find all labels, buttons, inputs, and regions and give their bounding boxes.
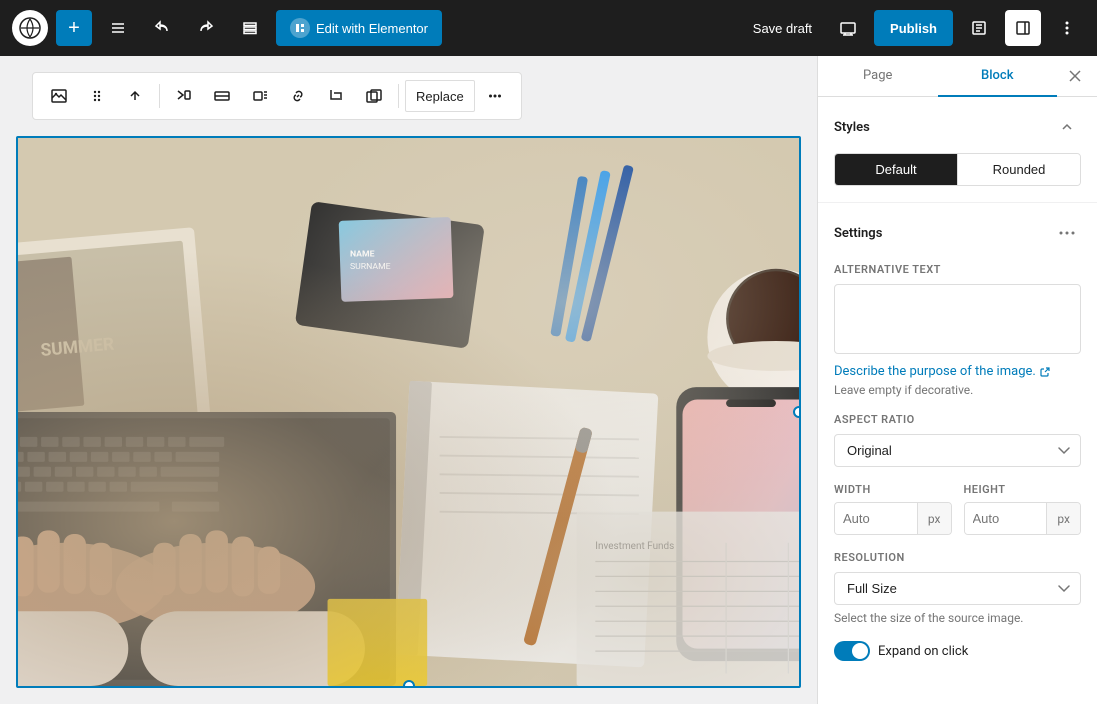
expand-on-click-label: Expand on click (878, 644, 968, 659)
inline-image-button[interactable] (242, 78, 278, 114)
svg-text:NAME: NAME (350, 249, 375, 259)
crop-button[interactable] (318, 78, 354, 114)
post-editor-button[interactable] (961, 10, 997, 46)
styles-collapse-button[interactable] (1053, 113, 1081, 141)
add-block-button[interactable]: + (56, 10, 92, 46)
right-sidebar: Page Block Styles Default R (817, 56, 1097, 704)
edit-elementor-label: Edit with Elementor (316, 21, 428, 36)
sidebar-toggle-button[interactable] (1005, 10, 1041, 46)
redo-button[interactable] (188, 10, 224, 46)
styles-section-title: Styles (834, 120, 870, 135)
link-button[interactable] (280, 78, 316, 114)
svg-text:Investment Funds: Investment Funds (595, 541, 674, 552)
toolbar-separator-1 (159, 84, 160, 108)
width-unit: px (917, 503, 951, 534)
drag-handle[interactable] (79, 78, 115, 114)
width-input-wrapper: px (834, 502, 952, 535)
more-block-options-button[interactable] (477, 78, 513, 114)
external-link-icon (1040, 367, 1050, 377)
height-label: Height (964, 483, 1082, 496)
height-unit: px (1046, 503, 1080, 534)
width-input[interactable] (835, 503, 917, 534)
resolution-label: Resolution (834, 551, 1081, 564)
svg-text:SUMMER: SUMMER (40, 335, 115, 361)
overlay-button[interactable] (356, 78, 392, 114)
resolution-select[interactable]: Full Size Large Medium Large Medium Thum… (834, 572, 1081, 605)
aspect-ratio-select[interactable]: Original Square - 1:1 Standard - 4:3 Wid… (834, 434, 1081, 467)
alt-describe-link[interactable]: Describe the purpose of the image. (834, 364, 1081, 379)
toolbar-separator-2 (398, 84, 399, 108)
aspect-ratio-field-group: Aspect Ratio Original Square - 1:1 Stand… (834, 413, 1081, 467)
alt-text-hint: Leave empty if decorative. (834, 383, 1081, 397)
resolution-hint: Select the size of the source image. (834, 611, 1081, 625)
image-type-button[interactable] (41, 78, 77, 114)
alt-text-input[interactable] (834, 284, 1081, 354)
list-view-button[interactable] (232, 10, 268, 46)
resize-handle-bottom[interactable] (403, 680, 415, 688)
preview-button[interactable] (830, 10, 866, 46)
replace-button[interactable]: Replace (405, 80, 475, 112)
styles-section: Styles Default Rounded (818, 97, 1097, 202)
settings-more-button[interactable] (1053, 219, 1081, 247)
expand-on-click-toggle[interactable] (834, 641, 870, 661)
tab-page[interactable]: Page (818, 56, 938, 97)
alt-text-label: Alternative Text (834, 263, 1081, 276)
move-up-button[interactable] (117, 78, 153, 114)
expand-on-click-row: Expand on click (834, 641, 1081, 661)
workspace-image: SUMMER NAME SURNAME (18, 138, 799, 686)
settings-section: Settings Alternative Text Describe the p… (818, 202, 1097, 677)
width-height-row: Width px Height px (834, 483, 1081, 535)
full-width-button[interactable] (204, 78, 240, 114)
image-block[interactable]: SUMMER NAME SURNAME (16, 136, 801, 688)
sidebar-tabs: Page Block (818, 56, 1097, 97)
save-draft-button[interactable]: Save draft (743, 10, 822, 46)
height-field: Height px (964, 483, 1082, 535)
elementor-icon (290, 18, 310, 38)
tab-block[interactable]: Block (938, 56, 1058, 97)
aspect-ratio-label: Aspect Ratio (834, 413, 1081, 426)
height-input[interactable] (965, 503, 1047, 534)
sidebar-close-button[interactable] (1057, 58, 1093, 94)
settings-section-header: Settings (834, 219, 1081, 247)
block-toolbar: Replace (32, 72, 522, 120)
style-default-button[interactable]: Default (835, 154, 958, 185)
height-input-wrapper: px (964, 502, 1082, 535)
content-area: Replace SUMMER (0, 56, 1097, 704)
svg-text:SURNAME: SURNAME (350, 262, 391, 272)
align-button[interactable] (166, 78, 202, 114)
style-buttons-group: Default Rounded (834, 153, 1081, 186)
resize-handle-right[interactable] (793, 406, 801, 418)
resolution-field-group: Resolution Full Size Large Medium Large … (834, 551, 1081, 625)
dimensions-field-group: Width px Height px (834, 483, 1081, 535)
edit-elementor-button[interactable]: Edit with Elementor (276, 10, 442, 46)
top-bar: + Edit with Elementor Save draft Publish (0, 0, 1097, 56)
alt-text-field-group: Alternative Text Describe the purpose of… (834, 263, 1081, 397)
editor-main: Replace SUMMER (0, 56, 817, 704)
width-label: Width (834, 483, 952, 496)
wp-logo[interactable] (12, 10, 48, 46)
width-field: Width px (834, 483, 952, 535)
publish-button[interactable]: Publish (874, 10, 953, 46)
settings-section-title: Settings (834, 226, 882, 241)
style-rounded-button[interactable]: Rounded (958, 154, 1080, 185)
more-options-button[interactable] (1049, 10, 1085, 46)
styles-section-header: Styles (834, 113, 1081, 141)
tools-button[interactable] (100, 10, 136, 46)
undo-button[interactable] (144, 10, 180, 46)
